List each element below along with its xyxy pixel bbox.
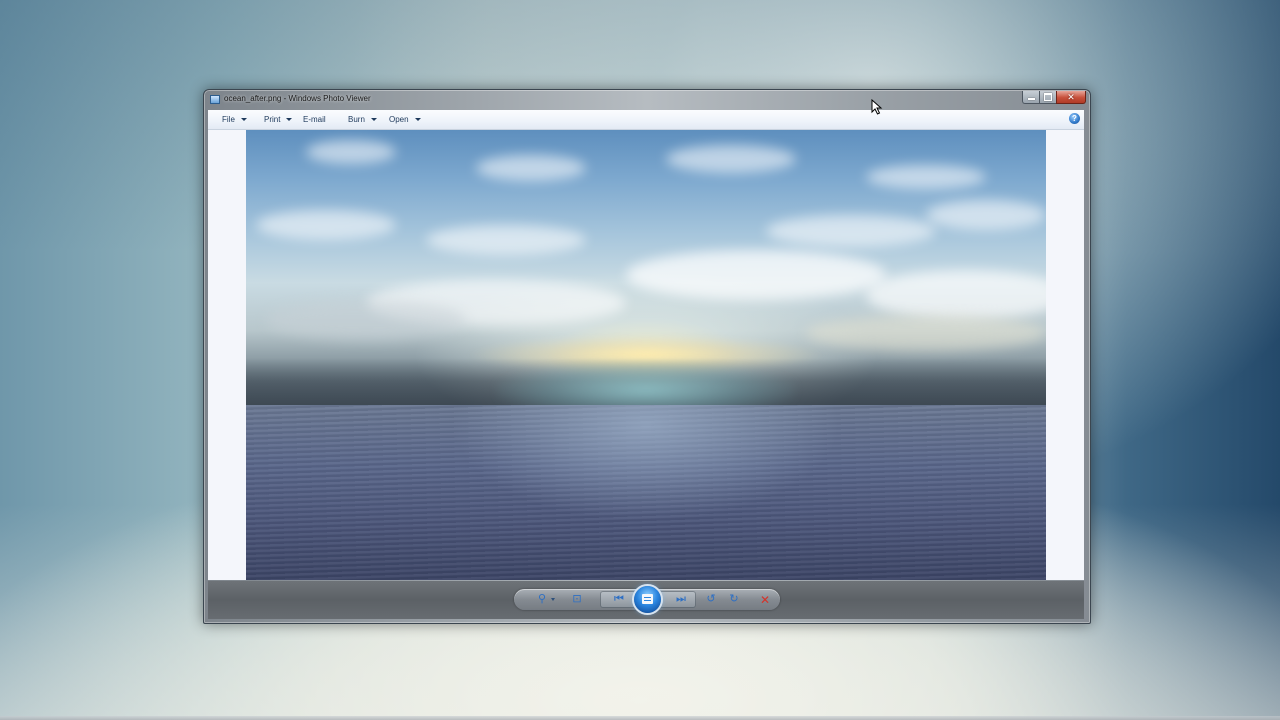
window-title: ocean_after.png - Windows Photo Viewer bbox=[224, 94, 371, 103]
actual-size-icon: ⊡ bbox=[572, 593, 582, 605]
previous-button[interactable]: ⏮ bbox=[609, 592, 629, 607]
minimize-button[interactable] bbox=[1022, 91, 1039, 104]
menu-email[interactable]: E-mail bbox=[303, 115, 326, 124]
image-viewing-area[interactable] bbox=[208, 130, 1084, 580]
cloud bbox=[266, 300, 466, 340]
delete-button[interactable]: ✕ bbox=[757, 592, 773, 607]
photo-viewer-window: ocean_after.png - Windows Photo Viewer ✕… bbox=[203, 89, 1091, 624]
command-bar: File Print E-mail Burn Open ? bbox=[208, 110, 1084, 130]
chevron-down-icon bbox=[414, 118, 421, 121]
menu-burn[interactable]: Burn bbox=[348, 115, 377, 124]
menu-print[interactable]: Print bbox=[264, 115, 293, 124]
help-button[interactable]: ? bbox=[1069, 113, 1080, 124]
chevron-down-icon bbox=[286, 118, 293, 121]
cloud bbox=[926, 200, 1046, 230]
cloud bbox=[476, 155, 586, 181]
menu-burn-label: Burn bbox=[348, 115, 365, 124]
maximize-button[interactable] bbox=[1039, 91, 1056, 104]
rotate-counterclockwise-icon: ↺ bbox=[706, 593, 716, 605]
magnifier-icon: ⚲ bbox=[537, 593, 547, 605]
photo-sky bbox=[246, 130, 1046, 420]
control-bar: ⚲ ⊡ ⏮ ⏭ ↺ ↻ ✕ bbox=[208, 581, 1084, 619]
cloud bbox=[666, 145, 796, 173]
photo-sea bbox=[246, 405, 1046, 580]
cloud bbox=[866, 165, 986, 189]
menu-print-label: Print bbox=[264, 115, 281, 124]
actual-size-button[interactable]: ⊡ bbox=[569, 592, 585, 607]
cloud bbox=[866, 270, 1046, 320]
menu-email-label: E-mail bbox=[303, 115, 326, 124]
menu-open[interactable]: Open bbox=[389, 115, 421, 124]
taskbar-edge bbox=[0, 716, 1280, 720]
cloud bbox=[426, 225, 586, 255]
photo-viewer-app-icon[interactable] bbox=[210, 95, 220, 104]
cloud bbox=[806, 315, 1046, 351]
title-bar[interactable]: ocean_after.png - Windows Photo Viewer ✕ bbox=[204, 90, 1090, 109]
mouse-pointer-icon bbox=[871, 99, 883, 115]
help-icon: ? bbox=[1072, 113, 1077, 123]
chevron-down-icon[interactable] bbox=[551, 598, 555, 601]
rotate-counterclockwise-button[interactable]: ↺ bbox=[703, 592, 719, 607]
menu-file[interactable]: File bbox=[222, 115, 247, 124]
slideshow-icon bbox=[642, 594, 653, 604]
close-button[interactable]: ✕ bbox=[1056, 91, 1086, 104]
cloud bbox=[256, 210, 396, 240]
cloud bbox=[626, 250, 886, 300]
close-icon: ✕ bbox=[1067, 91, 1075, 102]
slideshow-button[interactable] bbox=[634, 586, 661, 613]
menu-open-label: Open bbox=[389, 115, 409, 124]
cloud bbox=[306, 140, 396, 164]
menu-file-label: File bbox=[222, 115, 235, 124]
rotate-clockwise-icon: ↻ bbox=[729, 593, 739, 605]
maximize-icon bbox=[1044, 93, 1052, 101]
cloud bbox=[766, 215, 936, 247]
control-pill: ⚲ ⊡ ⏮ ⏭ ↺ ↻ ✕ bbox=[514, 586, 780, 613]
minimize-icon bbox=[1027, 98, 1035, 100]
next-button[interactable]: ⏭ bbox=[671, 592, 691, 607]
chevron-down-icon bbox=[370, 118, 377, 121]
next-icon: ⏭ bbox=[676, 593, 686, 605]
previous-icon: ⏮ bbox=[614, 593, 624, 605]
zoom-button[interactable]: ⚲ bbox=[533, 592, 551, 607]
ocean-photo[interactable] bbox=[246, 130, 1046, 580]
rotate-clockwise-button[interactable]: ↻ bbox=[726, 592, 742, 607]
delete-icon: ✕ bbox=[759, 592, 771, 607]
chevron-down-icon bbox=[240, 118, 247, 121]
caption-buttons: ✕ bbox=[1022, 91, 1086, 105]
